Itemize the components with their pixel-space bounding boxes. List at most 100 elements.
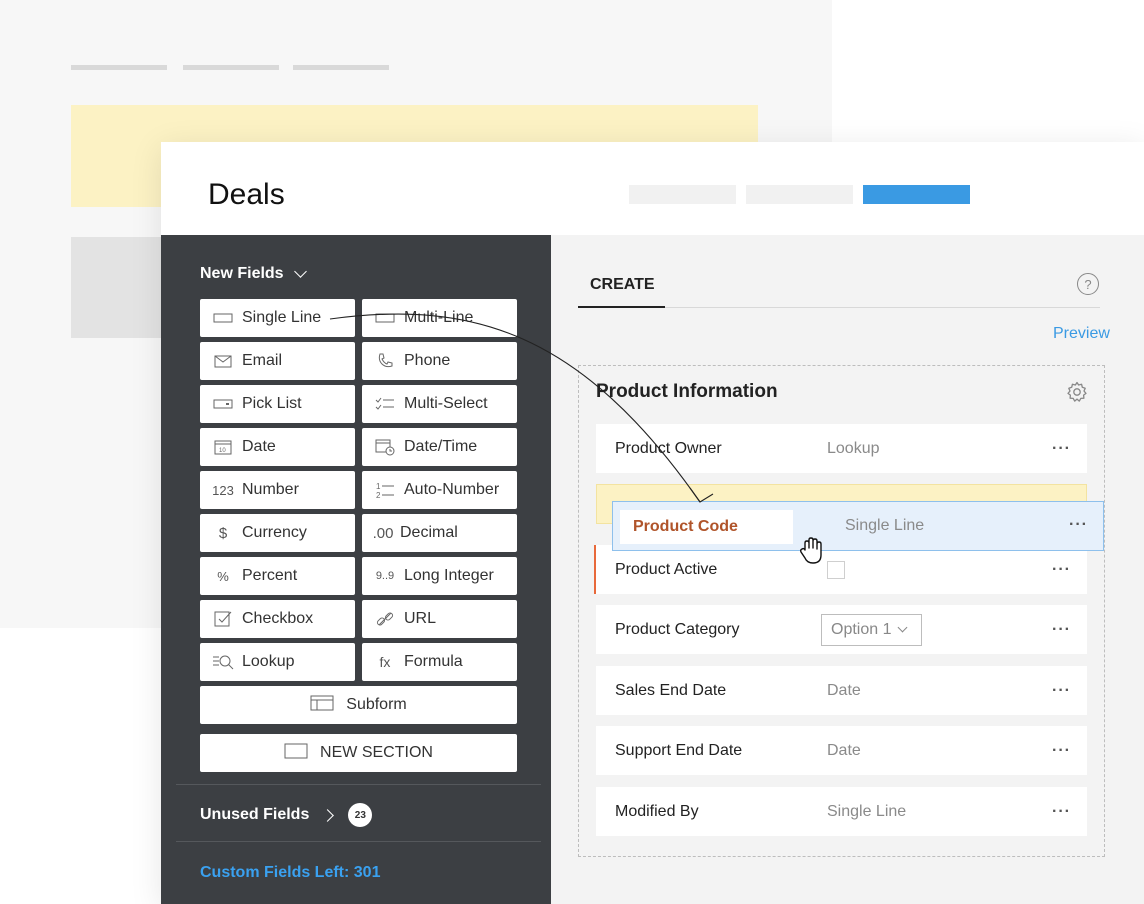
single-line-icon bbox=[212, 313, 234, 323]
field-date[interactable]: 10 Date bbox=[200, 428, 355, 466]
dragged-field-row[interactable]: Product Code Single Line ··· bbox=[612, 501, 1104, 551]
section-title: Product Information bbox=[596, 381, 778, 402]
background-tab-placeholder bbox=[183, 65, 279, 70]
background-content-block bbox=[71, 237, 161, 338]
field-lookup[interactable]: Lookup bbox=[200, 643, 355, 681]
more-options-icon[interactable]: ··· bbox=[1052, 682, 1071, 700]
field-label: Multi-Select bbox=[404, 395, 488, 412]
pick-list-icon bbox=[212, 399, 234, 409]
gear-icon[interactable] bbox=[1065, 380, 1089, 404]
new-fields-label: New Fields bbox=[200, 265, 284, 282]
field-row-label: Sales End Date bbox=[615, 681, 727, 699]
field-row-product-owner[interactable]: Product Owner Lookup ··· bbox=[596, 424, 1087, 473]
long-integer-icon: 9..9 bbox=[375, 570, 395, 582]
checkbox-icon bbox=[212, 610, 234, 628]
option-select[interactable]: Option 1 bbox=[821, 613, 922, 646]
new-section-label: NEW SECTION bbox=[320, 744, 433, 761]
field-percent[interactable]: % Percent bbox=[200, 557, 355, 595]
field-label: Decimal bbox=[400, 524, 458, 541]
layout-canvas-panel: CREATE ? Preview Product Information Pro… bbox=[551, 235, 1144, 904]
divider bbox=[176, 841, 541, 842]
field-label: Multi-Line bbox=[404, 309, 474, 326]
header-button-placeholder[interactable] bbox=[629, 185, 736, 204]
header-primary-button[interactable] bbox=[863, 185, 970, 204]
field-date-time[interactable]: Date/Time bbox=[362, 428, 517, 466]
field-row-type: Single Line bbox=[827, 802, 907, 820]
field-email[interactable]: Email bbox=[200, 342, 355, 380]
tab-create[interactable]: CREATE bbox=[590, 276, 655, 294]
field-phone[interactable]: Phone bbox=[362, 342, 517, 380]
auto-number-icon: 12 bbox=[374, 481, 396, 499]
more-options-icon[interactable]: ··· bbox=[1052, 561, 1071, 579]
field-row-product-category[interactable]: Product Category Option 1 ··· bbox=[596, 605, 1087, 654]
field-number[interactable]: 123 Number bbox=[200, 471, 355, 509]
field-label: Single Line bbox=[242, 309, 322, 326]
new-fields-toggle[interactable]: New Fields bbox=[200, 265, 307, 283]
divider bbox=[176, 784, 541, 785]
field-label: Checkbox bbox=[242, 610, 314, 627]
field-url[interactable]: URL bbox=[362, 600, 517, 638]
custom-fields-left-text: Custom Fields Left: 301 bbox=[200, 864, 381, 881]
new-section-button[interactable]: NEW SECTION bbox=[200, 734, 517, 772]
field-checkbox[interactable]: Checkbox bbox=[200, 600, 355, 638]
field-single-line[interactable]: Single Line bbox=[200, 299, 355, 337]
field-label: Lookup bbox=[242, 653, 295, 670]
dragged-field-type: Single Line bbox=[845, 517, 925, 534]
field-label: Pick List bbox=[242, 395, 302, 412]
lookup-icon bbox=[212, 653, 234, 671]
multi-line-icon bbox=[374, 313, 396, 323]
field-decimal[interactable]: .00 Decimal bbox=[362, 514, 517, 552]
field-row-type: Date bbox=[827, 741, 861, 759]
select-value: Option 1 bbox=[831, 620, 892, 638]
field-row-label: Modified By bbox=[615, 802, 699, 820]
date-icon: 10 bbox=[212, 439, 234, 455]
field-formula[interactable]: fx Formula bbox=[362, 643, 517, 681]
date-time-icon bbox=[374, 438, 396, 456]
more-options-icon[interactable]: ··· bbox=[1069, 516, 1088, 534]
email-icon bbox=[212, 355, 234, 368]
header-button-placeholder[interactable] bbox=[746, 185, 853, 204]
more-options-icon[interactable]: ··· bbox=[1052, 742, 1071, 760]
field-label: Date bbox=[242, 438, 276, 455]
multi-select-icon bbox=[374, 397, 396, 411]
field-row-product-active[interactable]: Product Active ··· bbox=[594, 545, 1087, 594]
field-label: Email bbox=[242, 352, 283, 369]
background-tab-placeholder bbox=[293, 65, 389, 70]
chevron-down-icon bbox=[293, 265, 307, 278]
field-row-type: Lookup bbox=[827, 439, 880, 457]
field-multi-line[interactable]: Multi-Line bbox=[362, 299, 517, 337]
field-row-support-end-date[interactable]: Support End Date Date ··· bbox=[596, 726, 1087, 775]
field-row-label: Support End Date bbox=[615, 741, 743, 759]
help-icon[interactable]: ? bbox=[1077, 273, 1099, 295]
section-product-information: Product Information Product Owner Lookup… bbox=[578, 365, 1105, 857]
field-palette-panel: New Fields Single Line Multi-Line Email … bbox=[161, 235, 551, 904]
grab-cursor-icon bbox=[799, 537, 822, 564]
more-options-icon[interactable]: ··· bbox=[1052, 803, 1071, 821]
drop-indicator bbox=[594, 545, 596, 594]
phone-icon bbox=[374, 352, 396, 370]
more-options-icon[interactable]: ··· bbox=[1052, 440, 1071, 458]
field-row-label: Product Owner bbox=[615, 439, 722, 457]
checkbox[interactable] bbox=[827, 560, 845, 579]
field-subform[interactable]: Subform bbox=[200, 686, 517, 724]
subform-icon bbox=[310, 695, 334, 716]
background-tab-placeholder bbox=[71, 65, 167, 70]
unused-fields-toggle[interactable]: Unused Fields 23 bbox=[200, 803, 373, 827]
field-row-modified-by[interactable]: Modified By Single Line ··· bbox=[596, 787, 1087, 836]
field-currency[interactable]: $ Currency bbox=[200, 514, 355, 552]
field-multi-select[interactable]: Multi-Select bbox=[362, 385, 517, 423]
url-icon bbox=[374, 610, 396, 628]
field-pick-list[interactable]: Pick List bbox=[200, 385, 355, 423]
field-label: Currency bbox=[242, 524, 307, 541]
field-auto-number[interactable]: 12 Auto-Number bbox=[362, 471, 517, 509]
field-row-sales-end-date[interactable]: Sales End Date Date ··· bbox=[596, 666, 1087, 715]
svg-text:2: 2 bbox=[376, 491, 381, 499]
subform-label: Subform bbox=[346, 696, 407, 713]
chevron-right-icon bbox=[321, 808, 335, 822]
field-long-integer[interactable]: 9..9 Long Integer bbox=[362, 557, 517, 595]
formula-icon: fx bbox=[379, 654, 391, 670]
preview-link[interactable]: Preview bbox=[1053, 325, 1110, 343]
field-label: Phone bbox=[404, 352, 451, 369]
field-label: Auto-Number bbox=[404, 481, 500, 498]
more-options-icon[interactable]: ··· bbox=[1052, 621, 1071, 639]
